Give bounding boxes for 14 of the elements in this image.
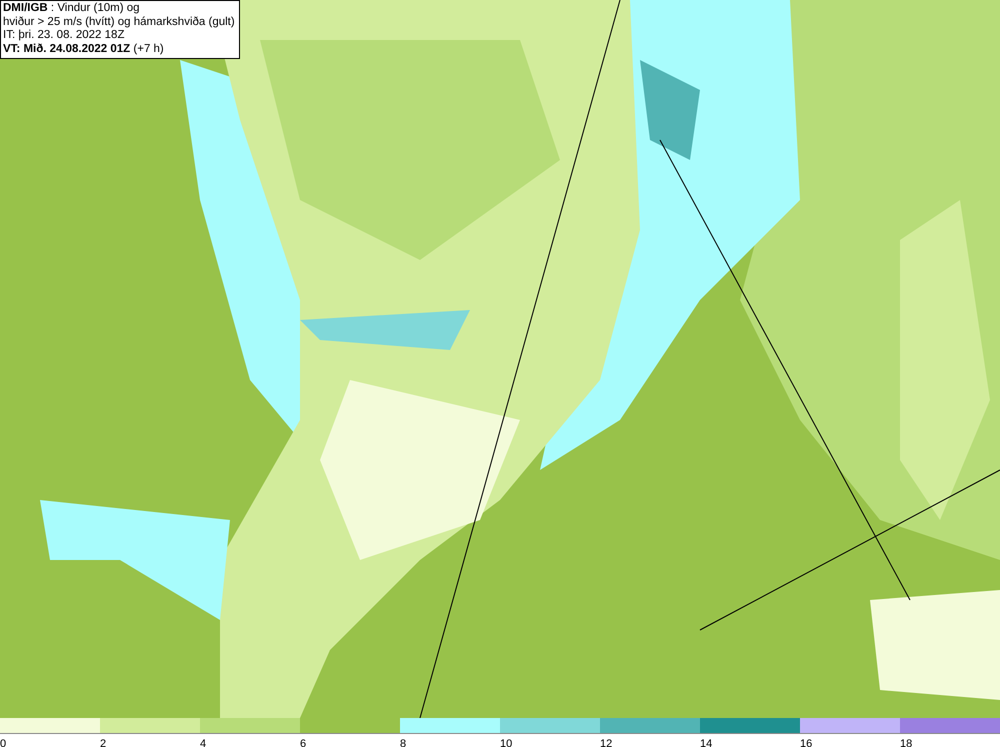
scale-label: 8 <box>400 738 406 747</box>
scale-label: 12 <box>600 738 612 747</box>
scale-label: 18 <box>900 738 912 747</box>
scale-label: 4 <box>200 738 206 747</box>
scale-label: 6 <box>300 738 306 747</box>
info-text: VT: Mið. 24.08.2022 01Z (+7 h) <box>3 42 165 56</box>
info-text: DMI/IGB : Vindur (10m) og <box>3 2 141 16</box>
scale-label: 16 <box>800 738 812 747</box>
scale-label: 2 <box>100 738 106 747</box>
scale-label: 0 <box>0 738 6 747</box>
info-text: hviður > 25 m/s (hvítt) og hámarkshviða (gult) <box>3 16 235 29</box>
scale-label: 14 <box>700 738 712 747</box>
scale-label: 10 <box>500 738 512 747</box>
info-text: IT: þri. 23. 08. 2022 18Z <box>3 29 126 42</box>
